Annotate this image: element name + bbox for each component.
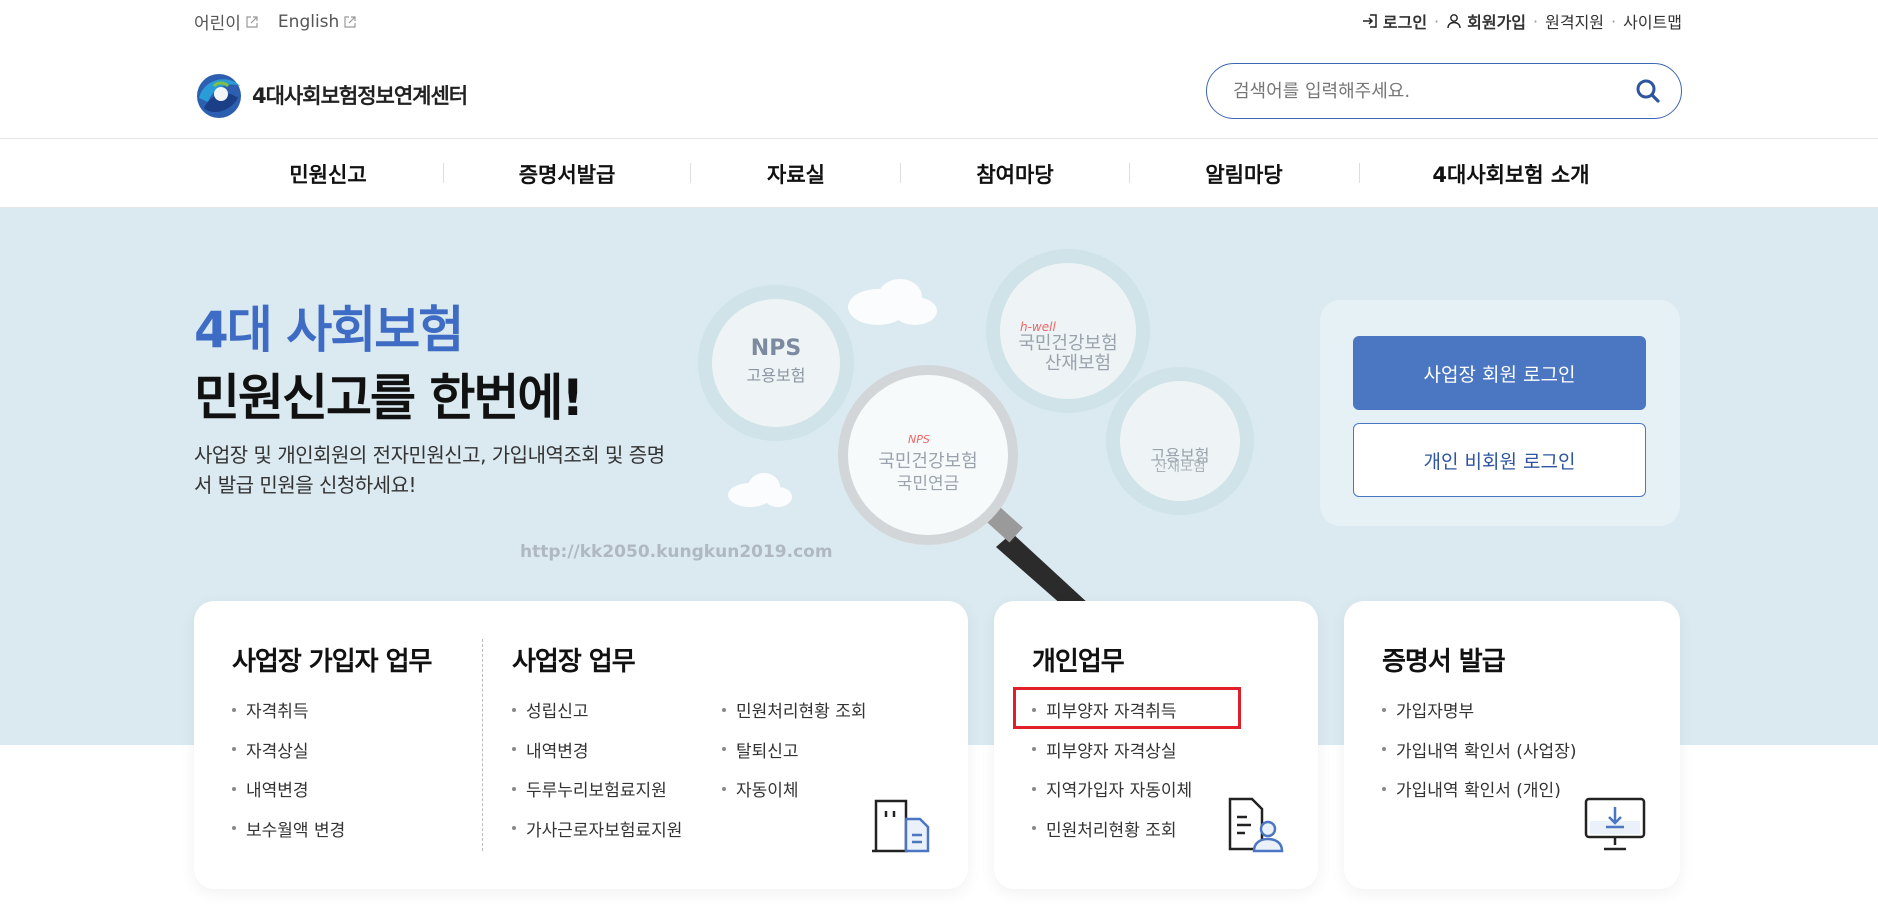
search-icon[interactable] <box>1635 78 1661 104</box>
search-box <box>1206 63 1682 119</box>
login-link-label: 로그인 <box>1382 13 1428 32</box>
sitemap-link[interactable]: 사이트맵 <box>1623 9 1682 33</box>
separator-dot: · <box>1434 11 1440 31</box>
nav-certificate[interactable]: 증명서발급 <box>519 159 616 189</box>
building-document-icon <box>872 799 930 853</box>
list-item[interactable]: 가입내역 확인서 (사업장) <box>1382 730 1576 770</box>
workplace-tasks-list-2: 민원처리현황 조회 탈퇴신고 자동이체 <box>722 690 867 809</box>
hero-description: 사업장 및 개인회원의 전자민원신고, 가입내역조회 및 증명서 발급 민원을 … <box>194 443 665 497</box>
personal-tasks-title: 개인업무 <box>1032 647 1125 677</box>
nav-separator <box>900 163 901 183</box>
nav-separator <box>1129 163 1130 183</box>
emblem-bubble: NPS 고용보험 <box>698 285 854 441</box>
english-link-label: English <box>277 11 340 32</box>
nav-library[interactable]: 자료실 <box>767 159 825 189</box>
external-link-icon <box>344 15 356 28</box>
nav-separator <box>1359 163 1360 183</box>
list-item[interactable]: 자격취득 <box>232 690 345 730</box>
list-item[interactable]: 피부양자 자격상실 <box>1032 730 1192 770</box>
login-link[interactable]: 로그인 <box>1362 9 1427 33</box>
list-item[interactable]: 민원처리현황 조회 <box>1032 809 1192 849</box>
kids-link[interactable]: 어린이 <box>194 9 258 34</box>
remote-support-link[interactable]: 원격지원 <box>1545 9 1604 33</box>
subscriber-tasks-list: 자격취득 자격상실 내역변경 보수월액 변경 <box>232 690 345 848</box>
emblem-bubble: h-well 국민건강보험 산재보험 <box>986 249 1150 413</box>
list-item[interactable]: 자격상실 <box>232 730 345 770</box>
nav-about[interactable]: 4대사회보험 소개 <box>1432 159 1589 189</box>
emblem-text: 국민건강보험 <box>878 451 977 472</box>
highlight-box <box>1013 687 1241 729</box>
certificate-title: 증명서 발급 <box>1382 647 1506 677</box>
nav-notice[interactable]: 알림마당 <box>1205 159 1282 189</box>
cloud-icon <box>848 279 937 325</box>
utility-left: 어린이 English <box>194 9 356 34</box>
emblem-text: 국민연금 <box>897 474 960 494</box>
business-card: 사업장 가입자 업무 자격취득 자격상실 내역변경 보수월액 변경 사업장 업무… <box>194 601 968 889</box>
list-item[interactable]: 가사근로자보험료지원 <box>512 809 682 849</box>
list-item[interactable]: 민원처리현황 조회 <box>722 690 867 730</box>
list-item[interactable]: 탈퇴신고 <box>722 730 867 770</box>
utility-right: 로그인 · 회원가입 · 원격지원 · 사이트맵 <box>1362 9 1682 33</box>
emblem-text: h-well <box>1020 320 1056 334</box>
watermark-text: http://kk2050.kungkun2019.com <box>520 542 833 562</box>
emblem-text: 산재보험 <box>1154 459 1206 475</box>
emblem-text: 국민건강보험 <box>1018 333 1117 354</box>
search-input[interactable] <box>1233 80 1635 102</box>
list-item[interactable]: 가입자명부 <box>1382 690 1576 730</box>
personal-card: 개인업무 피부양자 자격취득 피부양자 자격상실 지역가입자 자동이체 민원처리… <box>994 601 1318 889</box>
list-item[interactable]: 자동이체 <box>722 769 867 809</box>
hero-title-highlight: 4대 사회보험 <box>194 301 464 359</box>
emblem-bubble: 고용보험 산재보험 <box>1106 367 1254 515</box>
nav-civil-report[interactable]: 민원신고 <box>289 159 366 189</box>
emblem-text: NPS <box>908 433 930 446</box>
list-item[interactable]: 가입내역 확인서 (개인) <box>1382 769 1576 809</box>
business-login-button[interactable]: 사업장 회원 로그인 <box>1353 336 1646 410</box>
logo-emblem-icon <box>197 74 241 118</box>
site-logo[interactable]: 4대사회보험정보연계센터 <box>194 68 468 122</box>
certificate-card: 증명서 발급 가입자명부 가입내역 확인서 (사업장) 가입내역 확인서 (개인… <box>1344 601 1680 889</box>
personal-login-button[interactable]: 개인 비회원 로그인 <box>1353 423 1646 497</box>
english-link[interactable]: English <box>278 9 356 34</box>
separator-dot: · <box>1611 11 1617 31</box>
login-panel: 사업장 회원 로그인 개인 비회원 로그인 <box>1320 300 1680 526</box>
certificate-list: 가입자명부 가입내역 확인서 (사업장) 가입내역 확인서 (개인) <box>1382 690 1576 809</box>
divider <box>482 639 483 851</box>
emblem-text: NPS <box>751 336 801 361</box>
kids-link-label: 어린이 <box>194 14 241 34</box>
nav-participation[interactable]: 참여마당 <box>976 159 1053 189</box>
hero-title: 민원신고를 한번에! <box>194 369 584 427</box>
utility-bar: 어린이 English 로그인 · 회원가입 · 원격지원 · 사이트맵 <box>0 0 1878 40</box>
list-item[interactable]: 내역변경 <box>232 769 345 809</box>
list-item[interactable]: 보수월액 변경 <box>232 809 345 849</box>
nav-separator <box>443 163 444 183</box>
subscriber-tasks-title: 사업장 가입자 업무 <box>232 647 432 677</box>
list-item[interactable]: 성립신고 <box>512 690 682 730</box>
cloud-icon <box>728 473 792 507</box>
logo-text: 4대사회보험정보연계센터 <box>252 84 468 108</box>
emblem-text: 산재보험 <box>1045 353 1111 374</box>
list-item[interactable]: 내역변경 <box>512 730 682 770</box>
workplace-tasks-list: 성립신고 내역변경 두루누리보험료지원 가사근로자보험료지원 <box>512 690 682 848</box>
nav-separator <box>690 163 691 183</box>
document-user-icon <box>1228 797 1284 853</box>
monitor-download-icon <box>1584 797 1646 851</box>
user-icon <box>1447 14 1461 29</box>
login-icon <box>1362 14 1377 28</box>
main-nav: 민원신고 증명서발급 자료실 참여마당 알림마당 4대사회보험 소개 <box>0 138 1878 208</box>
join-link-label: 회원가입 <box>1467 13 1527 32</box>
list-item[interactable]: 두루누리보험료지원 <box>512 769 682 809</box>
list-item[interactable]: 지역가입자 자동이체 <box>1032 769 1192 809</box>
external-link-icon <box>246 15 258 28</box>
join-link[interactable]: 회원가입 <box>1446 9 1526 33</box>
workplace-tasks-title: 사업장 업무 <box>512 647 636 677</box>
emblem-text: 고용보험 <box>747 366 806 385</box>
separator-dot: · <box>1533 11 1539 31</box>
